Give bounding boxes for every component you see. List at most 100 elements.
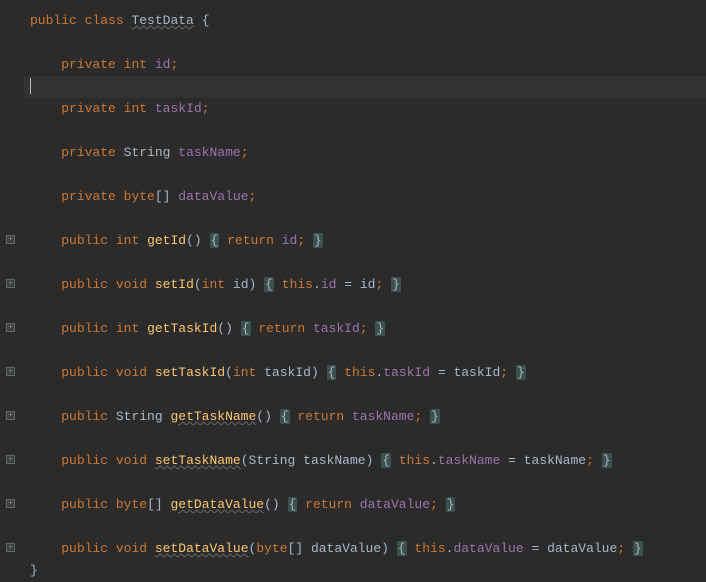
field-id: id [321, 277, 337, 292]
code-line[interactable] [24, 252, 706, 274]
code-line[interactable] [24, 32, 706, 54]
keyword-private: private [61, 189, 116, 204]
fold-icon[interactable]: + [6, 367, 15, 376]
brace-open: { [202, 13, 210, 28]
keyword-int: int [116, 233, 139, 248]
brace-open: { [210, 233, 220, 248]
keyword-this: this [344, 365, 375, 380]
semicolon: ; [500, 365, 508, 380]
code-line[interactable] [24, 120, 706, 142]
code-line[interactable] [24, 516, 706, 538]
code-line[interactable]: public String getTaskName() { return tas… [24, 406, 706, 428]
param-taskName: taskName [524, 453, 586, 468]
field-id: id [282, 233, 298, 248]
code-line[interactable]: public class TestData { [24, 10, 706, 32]
code-line[interactable]: public void setDataValue(byte[] dataValu… [24, 538, 706, 560]
code-line[interactable]: public void setTaskName(String taskName)… [24, 450, 706, 472]
keyword-int: int [124, 57, 147, 72]
param-id: id [233, 277, 249, 292]
code-line[interactable] [24, 428, 706, 450]
parens: () [186, 233, 202, 248]
keyword-public: public [61, 409, 108, 424]
code-line[interactable]: public int getTaskId() { return taskId; … [24, 318, 706, 340]
dot: . [430, 453, 438, 468]
paren-close: ) [366, 453, 374, 468]
code-line[interactable]: public void setId(int id) { this.id = id… [24, 274, 706, 296]
keyword-byte: byte [124, 189, 155, 204]
semicolon: ; [360, 321, 368, 336]
keyword-public: public [61, 233, 108, 248]
field-taskId: taskId [383, 365, 430, 380]
keyword-public: public [61, 277, 108, 292]
code-line[interactable] [24, 384, 706, 406]
fold-icon[interactable]: + [6, 323, 15, 332]
code-line[interactable] [24, 340, 706, 362]
code-line[interactable]: private String taskName; [24, 142, 706, 164]
fold-icon[interactable]: + [6, 543, 15, 552]
code-editor[interactable]: + + + + + + + + public class TestData { … [0, 10, 706, 544]
dot: . [313, 277, 321, 292]
fold-icon[interactable]: + [6, 235, 15, 244]
code-line[interactable]: private byte[] dataValue; [24, 186, 706, 208]
field-taskId: taskId [155, 101, 202, 116]
fold-icon[interactable]: + [6, 455, 15, 464]
keyword-public: public [30, 13, 77, 28]
code-line[interactable] [24, 208, 706, 230]
method-getTaskId: getTaskId [147, 321, 217, 336]
keyword-return: return [227, 233, 274, 248]
keyword-byte: byte [116, 497, 147, 512]
keyword-this: this [399, 453, 430, 468]
brace-open: { [381, 453, 391, 468]
method-getTaskName: getTaskName [170, 409, 256, 424]
code-line[interactable]: public void setTaskId(int taskId) { this… [24, 362, 706, 384]
parens: () [217, 321, 233, 336]
code-line-current[interactable] [24, 76, 706, 98]
brace-close: } [602, 453, 612, 468]
keyword-private: private [61, 57, 116, 72]
code-line[interactable]: } [24, 560, 706, 582]
keyword-int: int [124, 101, 147, 116]
semicolon: ; [297, 233, 305, 248]
brackets: [] [147, 497, 163, 512]
keyword-public: public [61, 365, 108, 380]
caret [30, 78, 31, 94]
semicolon: ; [586, 453, 594, 468]
code-area[interactable]: public class TestData { private int id; … [0, 10, 706, 582]
brace-close: } [446, 497, 456, 512]
semicolon: ; [249, 189, 257, 204]
code-line[interactable]: private int taskId; [24, 98, 706, 120]
paren-open: ( [241, 453, 249, 468]
brackets: [] [155, 189, 171, 204]
brace-close: } [30, 563, 38, 578]
code-line[interactable] [24, 296, 706, 318]
brace-open: { [280, 409, 290, 424]
semicolon: ; [414, 409, 422, 424]
field-id: id [155, 57, 171, 72]
code-line[interactable]: public int getId() { return id; } [24, 230, 706, 252]
parens: () [264, 497, 280, 512]
param-id: id [360, 277, 376, 292]
field-taskName: taskName [352, 409, 414, 424]
param-taskName: taskName [303, 453, 365, 468]
keyword-return: return [305, 497, 352, 512]
method-setTaskId: setTaskId [155, 365, 225, 380]
semicolon: ; [375, 277, 383, 292]
code-line[interactable] [24, 472, 706, 494]
field-taskName: taskName [178, 145, 240, 160]
code-line[interactable]: private int id; [24, 54, 706, 76]
type-string: String [116, 409, 163, 424]
fold-icon[interactable]: + [6, 499, 15, 508]
keyword-void: void [116, 365, 147, 380]
fold-icon[interactable]: + [6, 411, 15, 420]
keyword-return: return [258, 321, 305, 336]
parens: () [256, 409, 272, 424]
class-name: TestData [131, 13, 193, 28]
semicolon: ; [202, 101, 210, 116]
keyword-int: int [202, 277, 225, 292]
keyword-class: class [85, 13, 124, 28]
field-dataValue: dataValue [360, 497, 430, 512]
code-line[interactable]: public byte[] getDataValue() { return da… [24, 494, 706, 516]
code-line[interactable] [24, 164, 706, 186]
semicolon: ; [241, 145, 249, 160]
fold-icon[interactable]: + [6, 279, 15, 288]
